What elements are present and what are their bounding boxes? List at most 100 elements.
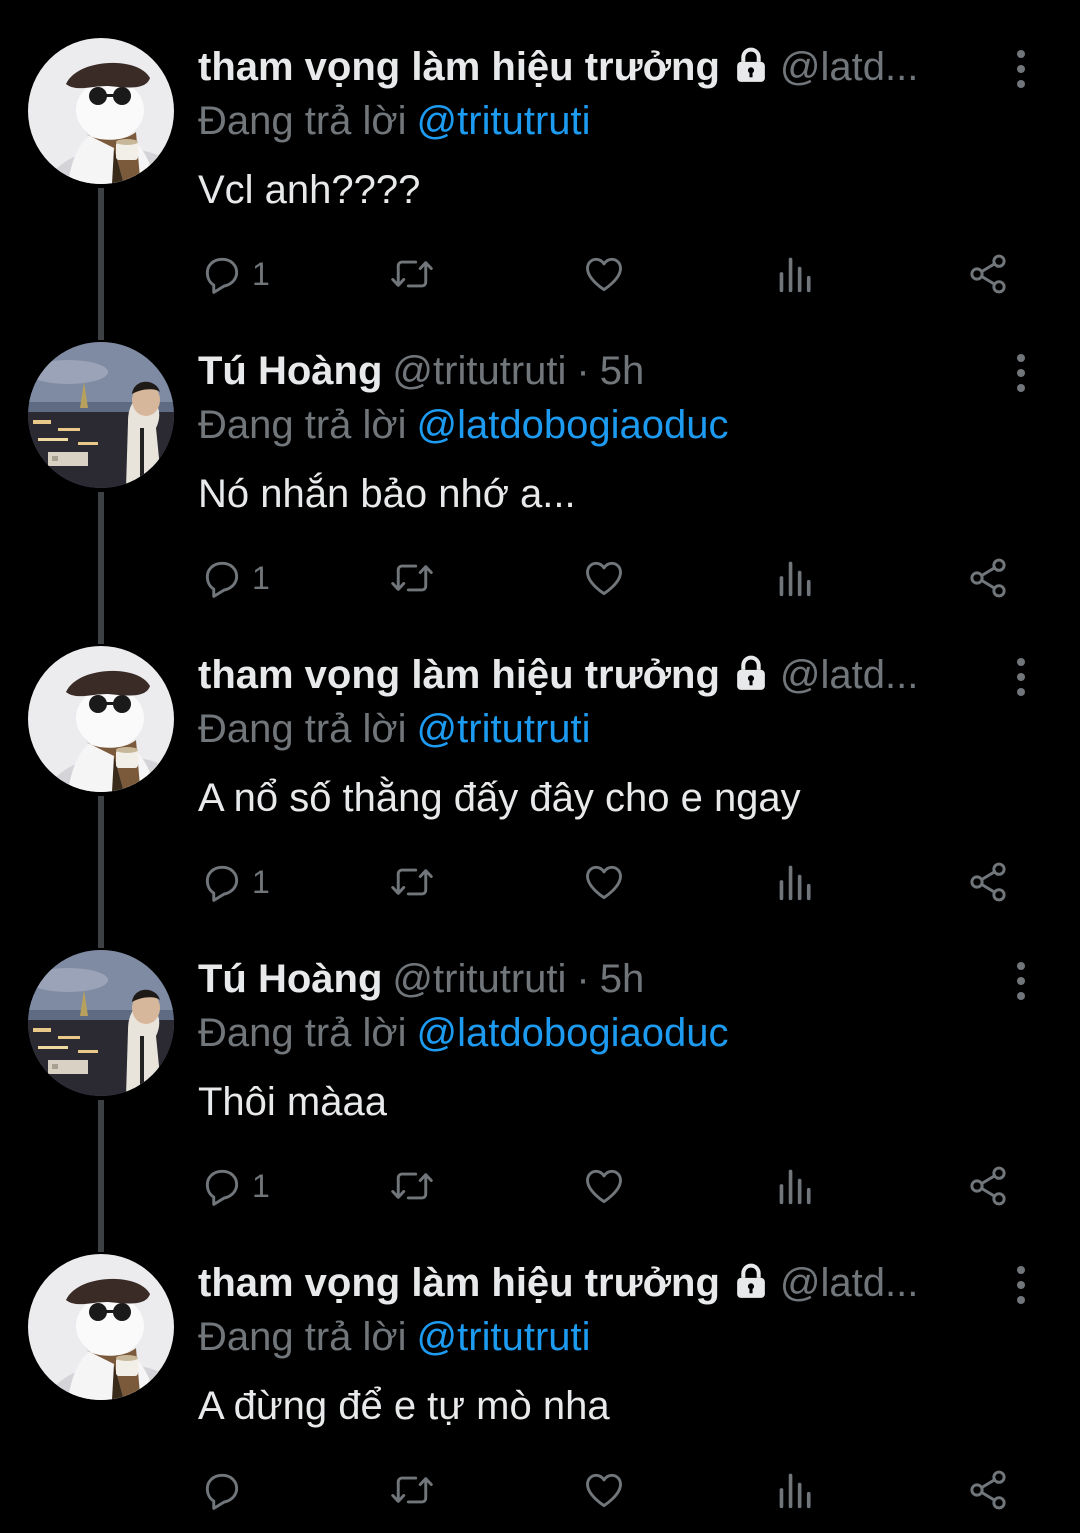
user-handle[interactable]: @tritutruti	[392, 349, 566, 393]
display-name[interactable]: tham vọng làm hiệu trưởng	[198, 653, 720, 697]
reply-icon	[200, 1468, 244, 1512]
like-icon	[582, 1164, 626, 1208]
display-name[interactable]: tham vọng làm hiệu trưởng	[198, 1261, 720, 1305]
reply-button[interactable]	[200, 1462, 252, 1518]
reply-button[interactable]: 1	[200, 1158, 270, 1214]
tweet[interactable]: tham vọng làm hiệu trưởng @latd... Đang t…	[0, 1216, 1080, 1533]
tweet[interactable]: tham vọng làm hiệu trưởng @latd... Đang t…	[0, 0, 1080, 340]
mention-link[interactable]: @latdobogiaoduc	[417, 403, 729, 447]
more-options-icon[interactable]	[1004, 956, 1038, 1006]
avatar[interactable]	[28, 38, 174, 184]
replying-to-label: Đang trả lời	[198, 1315, 407, 1359]
retweet-button[interactable]	[388, 246, 436, 302]
mention-link[interactable]: @latdobogiaoduc	[417, 1011, 729, 1055]
like-button[interactable]	[582, 1158, 626, 1214]
tweet-text: Nó nhắn bảo nhớ a...	[198, 472, 576, 516]
like-button[interactable]	[582, 246, 626, 302]
user-handle[interactable]: @latd...	[780, 653, 918, 697]
retweet-button[interactable]	[388, 550, 436, 606]
avatar[interactable]	[28, 646, 174, 792]
reply-button[interactable]: 1	[200, 246, 270, 302]
share-button[interactable]	[966, 246, 1010, 302]
reply-icon	[200, 252, 244, 296]
share-button[interactable]	[966, 1158, 1010, 1214]
more-options-icon[interactable]	[1004, 1260, 1038, 1310]
tweet-text: Vcl anh????	[198, 168, 421, 212]
share-button[interactable]	[966, 854, 1010, 910]
thread-line	[98, 608, 104, 644]
reply-count: 1	[252, 255, 270, 292]
retweet-button[interactable]	[388, 1462, 436, 1518]
views-icon	[776, 1164, 816, 1208]
retweet-icon	[388, 252, 436, 296]
views-icon	[776, 556, 816, 600]
tweet-thread: tham vọng làm hiệu trưởng @latd... Đang t…	[0, 0, 1080, 1533]
views-button[interactable]	[776, 1462, 816, 1518]
more-options-icon[interactable]	[1004, 44, 1038, 94]
share-button[interactable]	[966, 1462, 1010, 1518]
separator-dot: ·	[576, 957, 590, 1001]
user-handle[interactable]: @latd...	[780, 1261, 918, 1305]
views-button[interactable]	[776, 1158, 816, 1214]
like-icon	[582, 1468, 626, 1512]
avatar[interactable]	[28, 950, 174, 1096]
avatar[interactable]	[28, 1254, 174, 1400]
reply-icon	[200, 1164, 244, 1208]
display-name[interactable]: Tú Hoàng	[198, 349, 382, 393]
share-icon	[966, 1164, 1010, 1208]
timestamp[interactable]: 5h	[600, 349, 645, 393]
separator-dot: ·	[576, 349, 590, 393]
reply-button[interactable]: 1	[200, 854, 270, 910]
replying-to: Đang trả lời @tritutruti	[198, 1312, 591, 1362]
mention-link[interactable]: @tritutruti	[417, 707, 591, 751]
tweet-header: Tú Hoàng @tritutruti · 5h	[198, 346, 978, 396]
display-name[interactable]: tham vọng làm hiệu trưởng	[198, 45, 720, 89]
retweet-button[interactable]	[388, 854, 436, 910]
views-button[interactable]	[776, 854, 816, 910]
like-button[interactable]	[582, 1462, 626, 1518]
timestamp[interactable]: 5h	[600, 957, 645, 1001]
mention-link[interactable]: @tritutruti	[417, 99, 591, 143]
tweet-text: Thôi màaa	[198, 1080, 387, 1124]
retweet-icon	[388, 1468, 436, 1512]
reply-button[interactable]: 1	[200, 550, 270, 606]
avatar[interactable]	[28, 342, 174, 488]
lock-icon	[732, 1261, 770, 1308]
share-icon	[966, 556, 1010, 600]
share-icon	[966, 252, 1010, 296]
reply-count: 1	[252, 863, 270, 900]
user-handle[interactable]: @latd...	[780, 45, 918, 89]
tweet-header: tham vọng làm hiệu trưởng @latd...	[198, 1258, 978, 1308]
tweet[interactable]: tham vọng làm hiệu trưởng @latd... Đang t…	[0, 608, 1080, 948]
replying-to-label: Đang trả lời	[198, 99, 407, 143]
views-button[interactable]	[776, 246, 816, 302]
tweet-actions: 1	[0, 1158, 1080, 1214]
share-icon	[966, 1468, 1010, 1512]
tweet-text: A nổ số thằng đấy đây cho e ngay	[198, 776, 801, 820]
replying-to-label: Đang trả lời	[198, 707, 407, 751]
like-button[interactable]	[582, 854, 626, 910]
tweet[interactable]: Tú Hoàng @tritutruti · 5h Đang trả lời @latd…	[0, 912, 1080, 1252]
reply-count: 1	[252, 559, 270, 596]
tweet-actions	[0, 1462, 1080, 1518]
tweet-text: A đừng để e tự mò nha	[198, 1384, 610, 1428]
views-icon	[776, 252, 816, 296]
retweet-button[interactable]	[388, 1158, 436, 1214]
replying-to: Đang trả lời @latdobogiaoduc	[198, 400, 729, 450]
tweet-header: tham vọng làm hiệu trưởng @latd...	[198, 650, 978, 700]
mention-link[interactable]: @tritutruti	[417, 1315, 591, 1359]
user-handle[interactable]: @tritutruti	[392, 957, 566, 1001]
display-name[interactable]: Tú Hoàng	[198, 957, 382, 1001]
retweet-icon	[388, 1164, 436, 1208]
replying-to-label: Đang trả lời	[198, 403, 407, 447]
like-button[interactable]	[582, 550, 626, 606]
tweet-header: Tú Hoàng @tritutruti · 5h	[198, 954, 978, 1004]
tweet-actions: 1	[0, 246, 1080, 302]
more-options-icon[interactable]	[1004, 652, 1038, 702]
tweet[interactable]: Tú Hoàng @tritutruti · 5h Đang trả lời @latd…	[0, 304, 1080, 644]
more-options-icon[interactable]	[1004, 348, 1038, 398]
views-button[interactable]	[776, 550, 816, 606]
replying-to-label: Đang trả lời	[198, 1011, 407, 1055]
share-button[interactable]	[966, 550, 1010, 606]
tweet-header: tham vọng làm hiệu trưởng @latd...	[198, 42, 978, 92]
